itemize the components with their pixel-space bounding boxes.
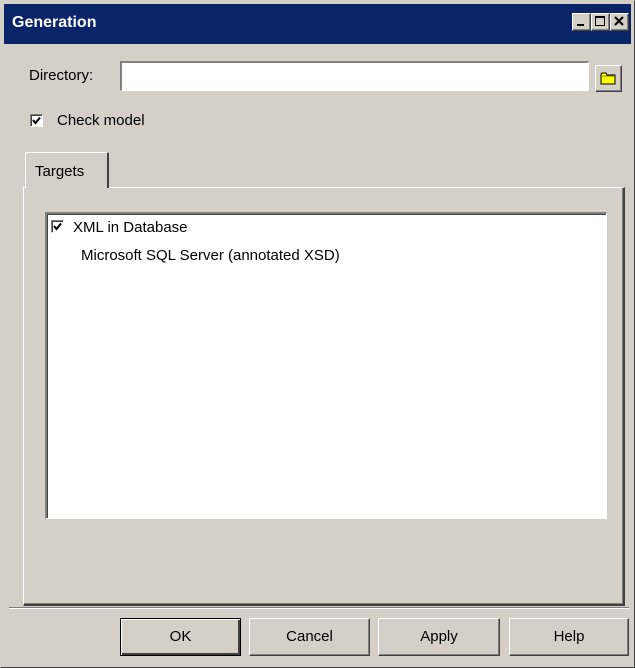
maximize-button[interactable] <box>591 13 610 31</box>
targets-tree[interactable]: XML in Database Microsoft SQL Server (an… <box>45 212 607 519</box>
checkmark-icon <box>32 116 41 125</box>
folder-icon <box>600 72 616 85</box>
window-title: Generation <box>12 14 97 31</box>
footer-separator <box>9 607 629 609</box>
check-model-checkbox[interactable] <box>30 114 43 127</box>
checkmark-icon <box>53 222 62 231</box>
title-bar[interactable]: Generation <box>4 4 631 44</box>
directory-label: Directory: <box>29 67 94 84</box>
directory-input[interactable] <box>120 61 589 91</box>
minimize-button[interactable] <box>572 13 591 31</box>
apply-button[interactable]: Apply <box>378 618 500 656</box>
check-model-label[interactable]: Check model <box>57 112 145 129</box>
minimize-icon <box>577 24 584 26</box>
xml-in-database-checkbox[interactable] <box>51 220 64 233</box>
tree-item-ms-sql-server[interactable]: Microsoft SQL Server (annotated XSD) <box>81 247 340 264</box>
close-icon <box>614 16 624 26</box>
generation-dialog: Generation Directory: Check model Target… <box>0 0 635 668</box>
help-button[interactable]: Help <box>509 618 629 656</box>
ok-button[interactable]: OK <box>120 618 241 656</box>
browse-directory-button[interactable] <box>595 65 622 92</box>
tree-item-label: XML in Database <box>73 219 188 236</box>
close-button[interactable] <box>610 13 629 31</box>
tab-targets[interactable]: Targets <box>25 152 109 188</box>
tab-targets-label: Targets <box>35 163 85 180</box>
cancel-button[interactable]: Cancel <box>249 618 370 656</box>
maximize-icon <box>595 16 605 26</box>
